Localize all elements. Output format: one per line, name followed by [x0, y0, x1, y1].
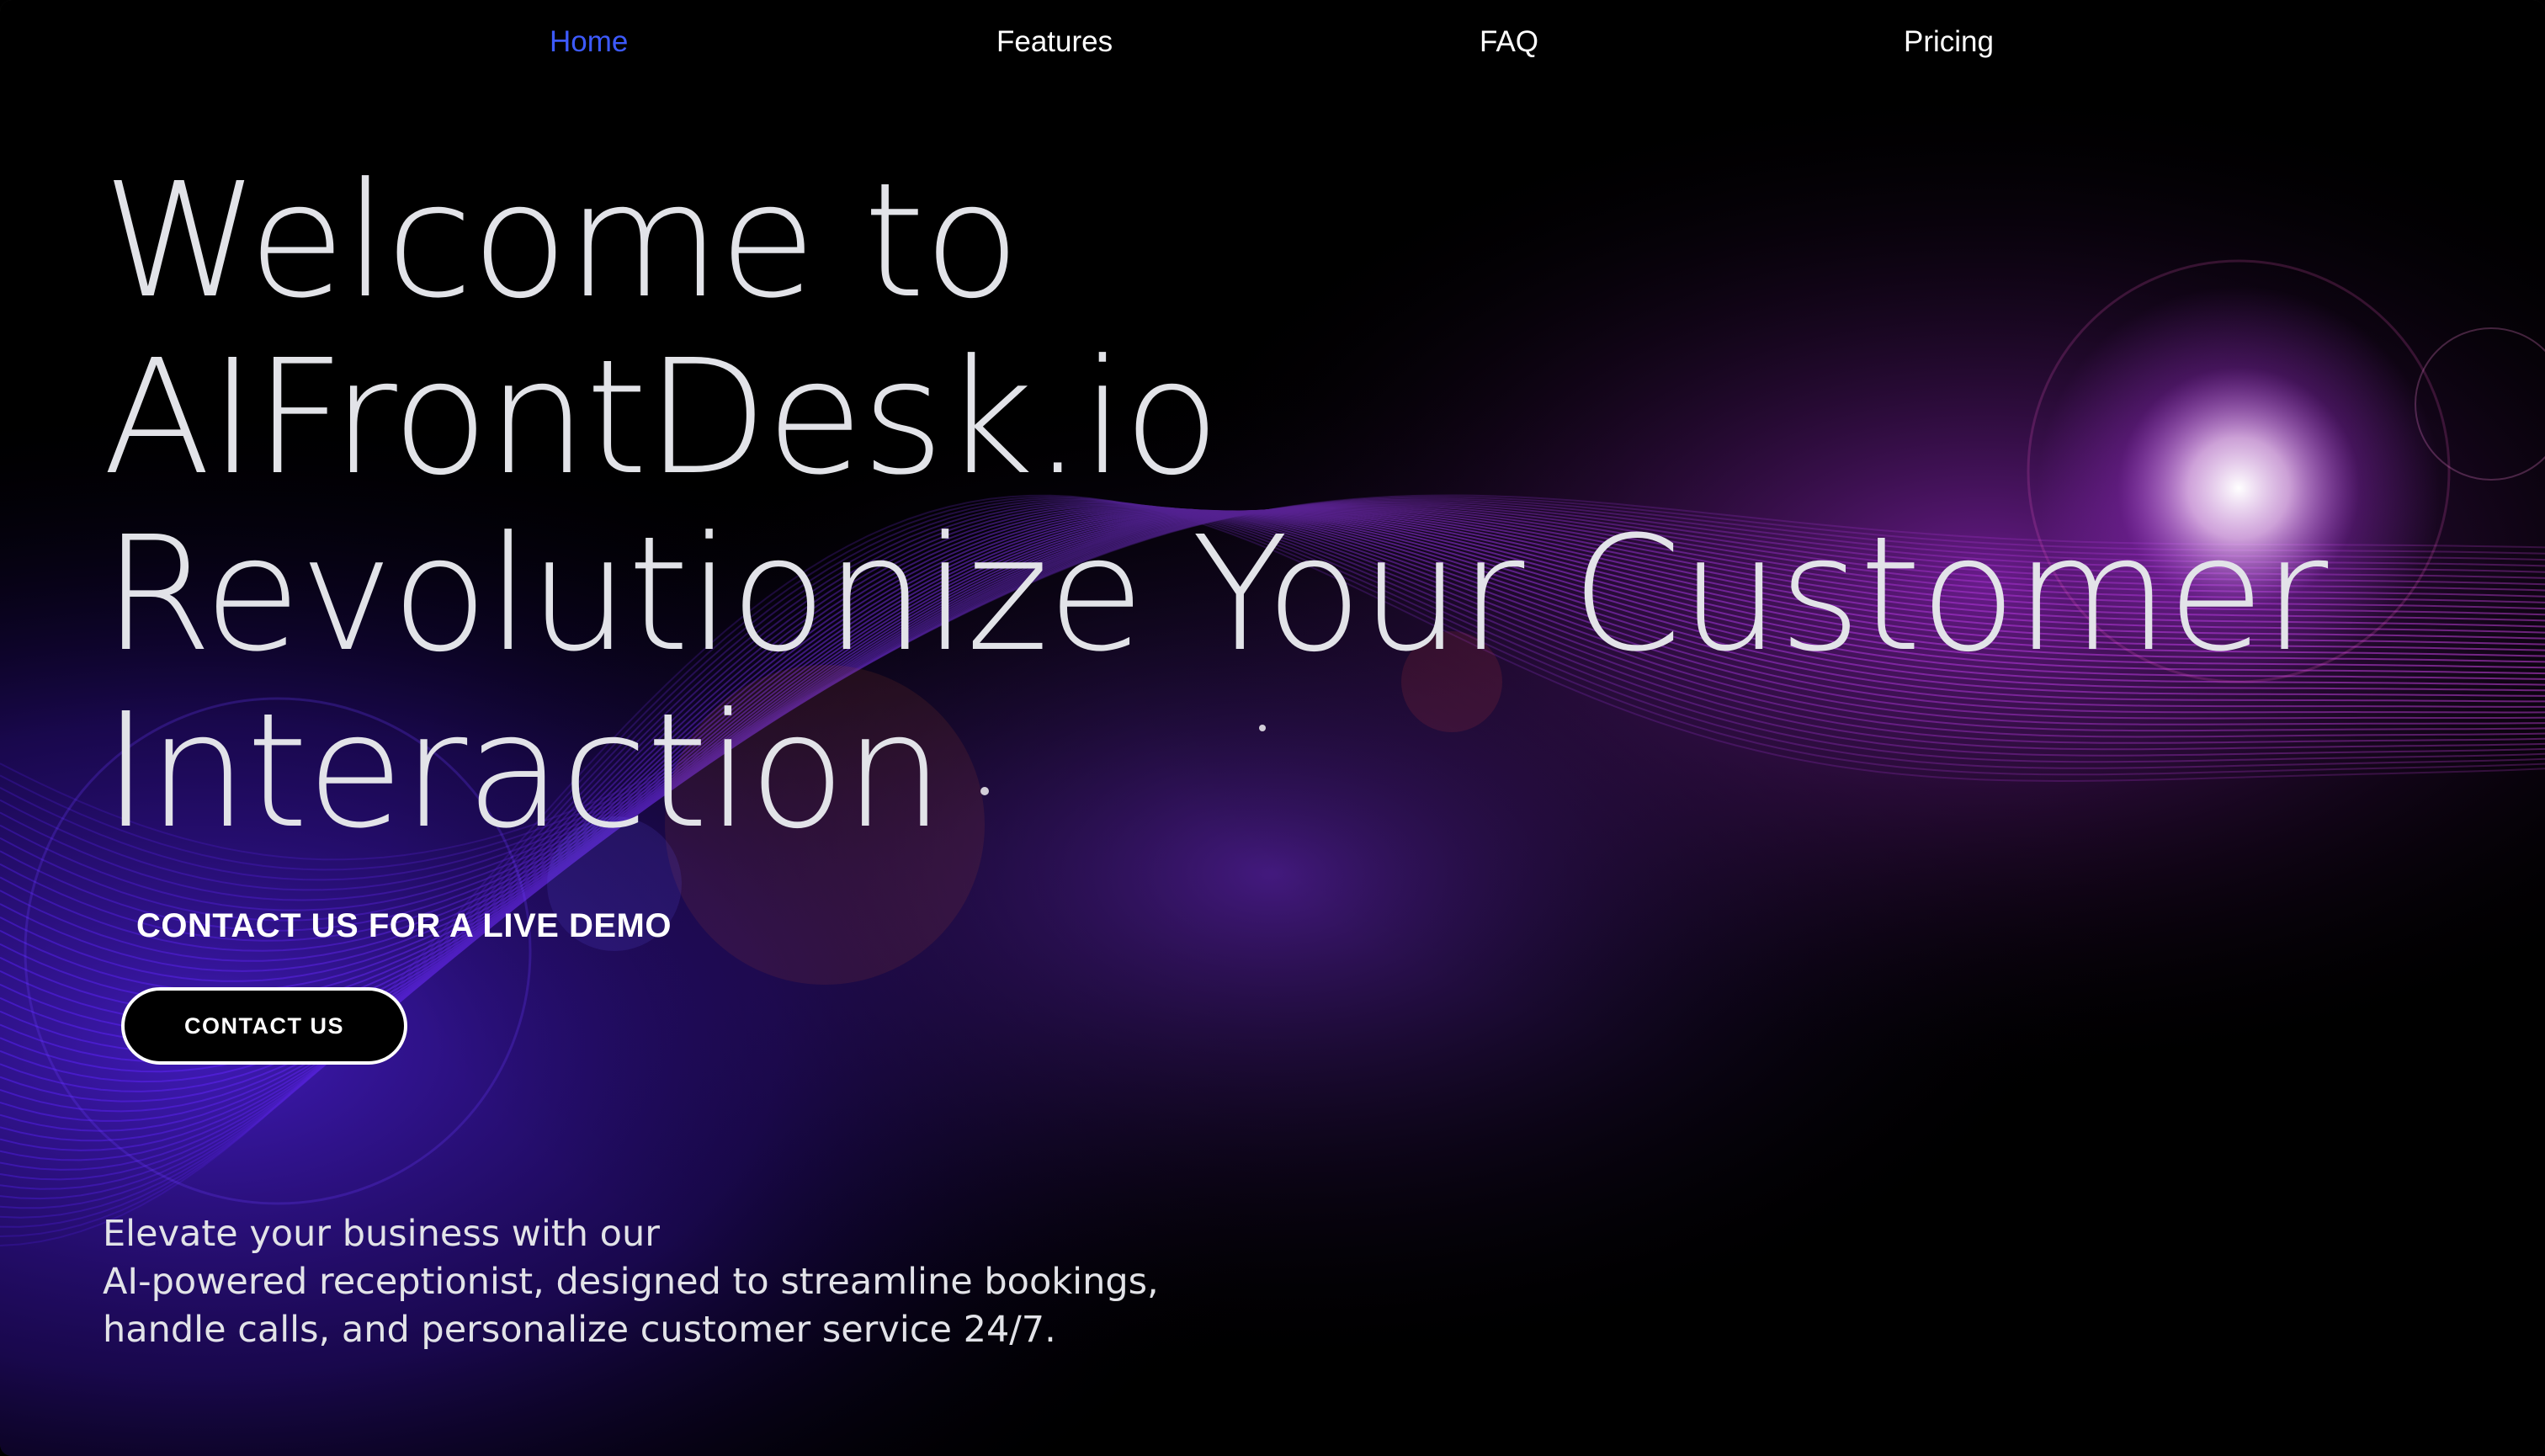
nav-link-faq[interactable]: FAQ [1480, 20, 1538, 64]
tagline-line: AI-powered receptionist, designed to str… [103, 1261, 1159, 1303]
nav-link-features[interactable]: Features [996, 20, 1113, 64]
live-demo-label: CONTACT US FOR A LIVE DEMO [136, 907, 672, 944]
hero-title-line: AIFrontDesk.io [103, 326, 1220, 510]
hero-title-line: Interaction [103, 679, 944, 864]
page-frame: Home Features FAQ Pricing Welcome to AIF… [0, 0, 2545, 1456]
top-navigation: Home Features FAQ Pricing [0, 20, 2545, 64]
tagline-line: Elevate your business with our [103, 1213, 660, 1255]
hero-title-line: Welcome to [103, 149, 1020, 333]
nav-link-pricing[interactable]: Pricing [1904, 20, 1994, 64]
hero-title: Welcome to AIFrontDesk.io Revolutionize … [103, 149, 2328, 864]
hero-tagline: Elevate your business with our AI-powere… [103, 1210, 1281, 1354]
nav-link-home[interactable]: Home [550, 20, 628, 64]
hero-title-line: Revolutionize Your Customer [103, 502, 2328, 687]
contact-us-button[interactable]: CONTACT US [121, 987, 407, 1065]
tagline-line: handle calls, and personalize customer s… [103, 1309, 1056, 1351]
